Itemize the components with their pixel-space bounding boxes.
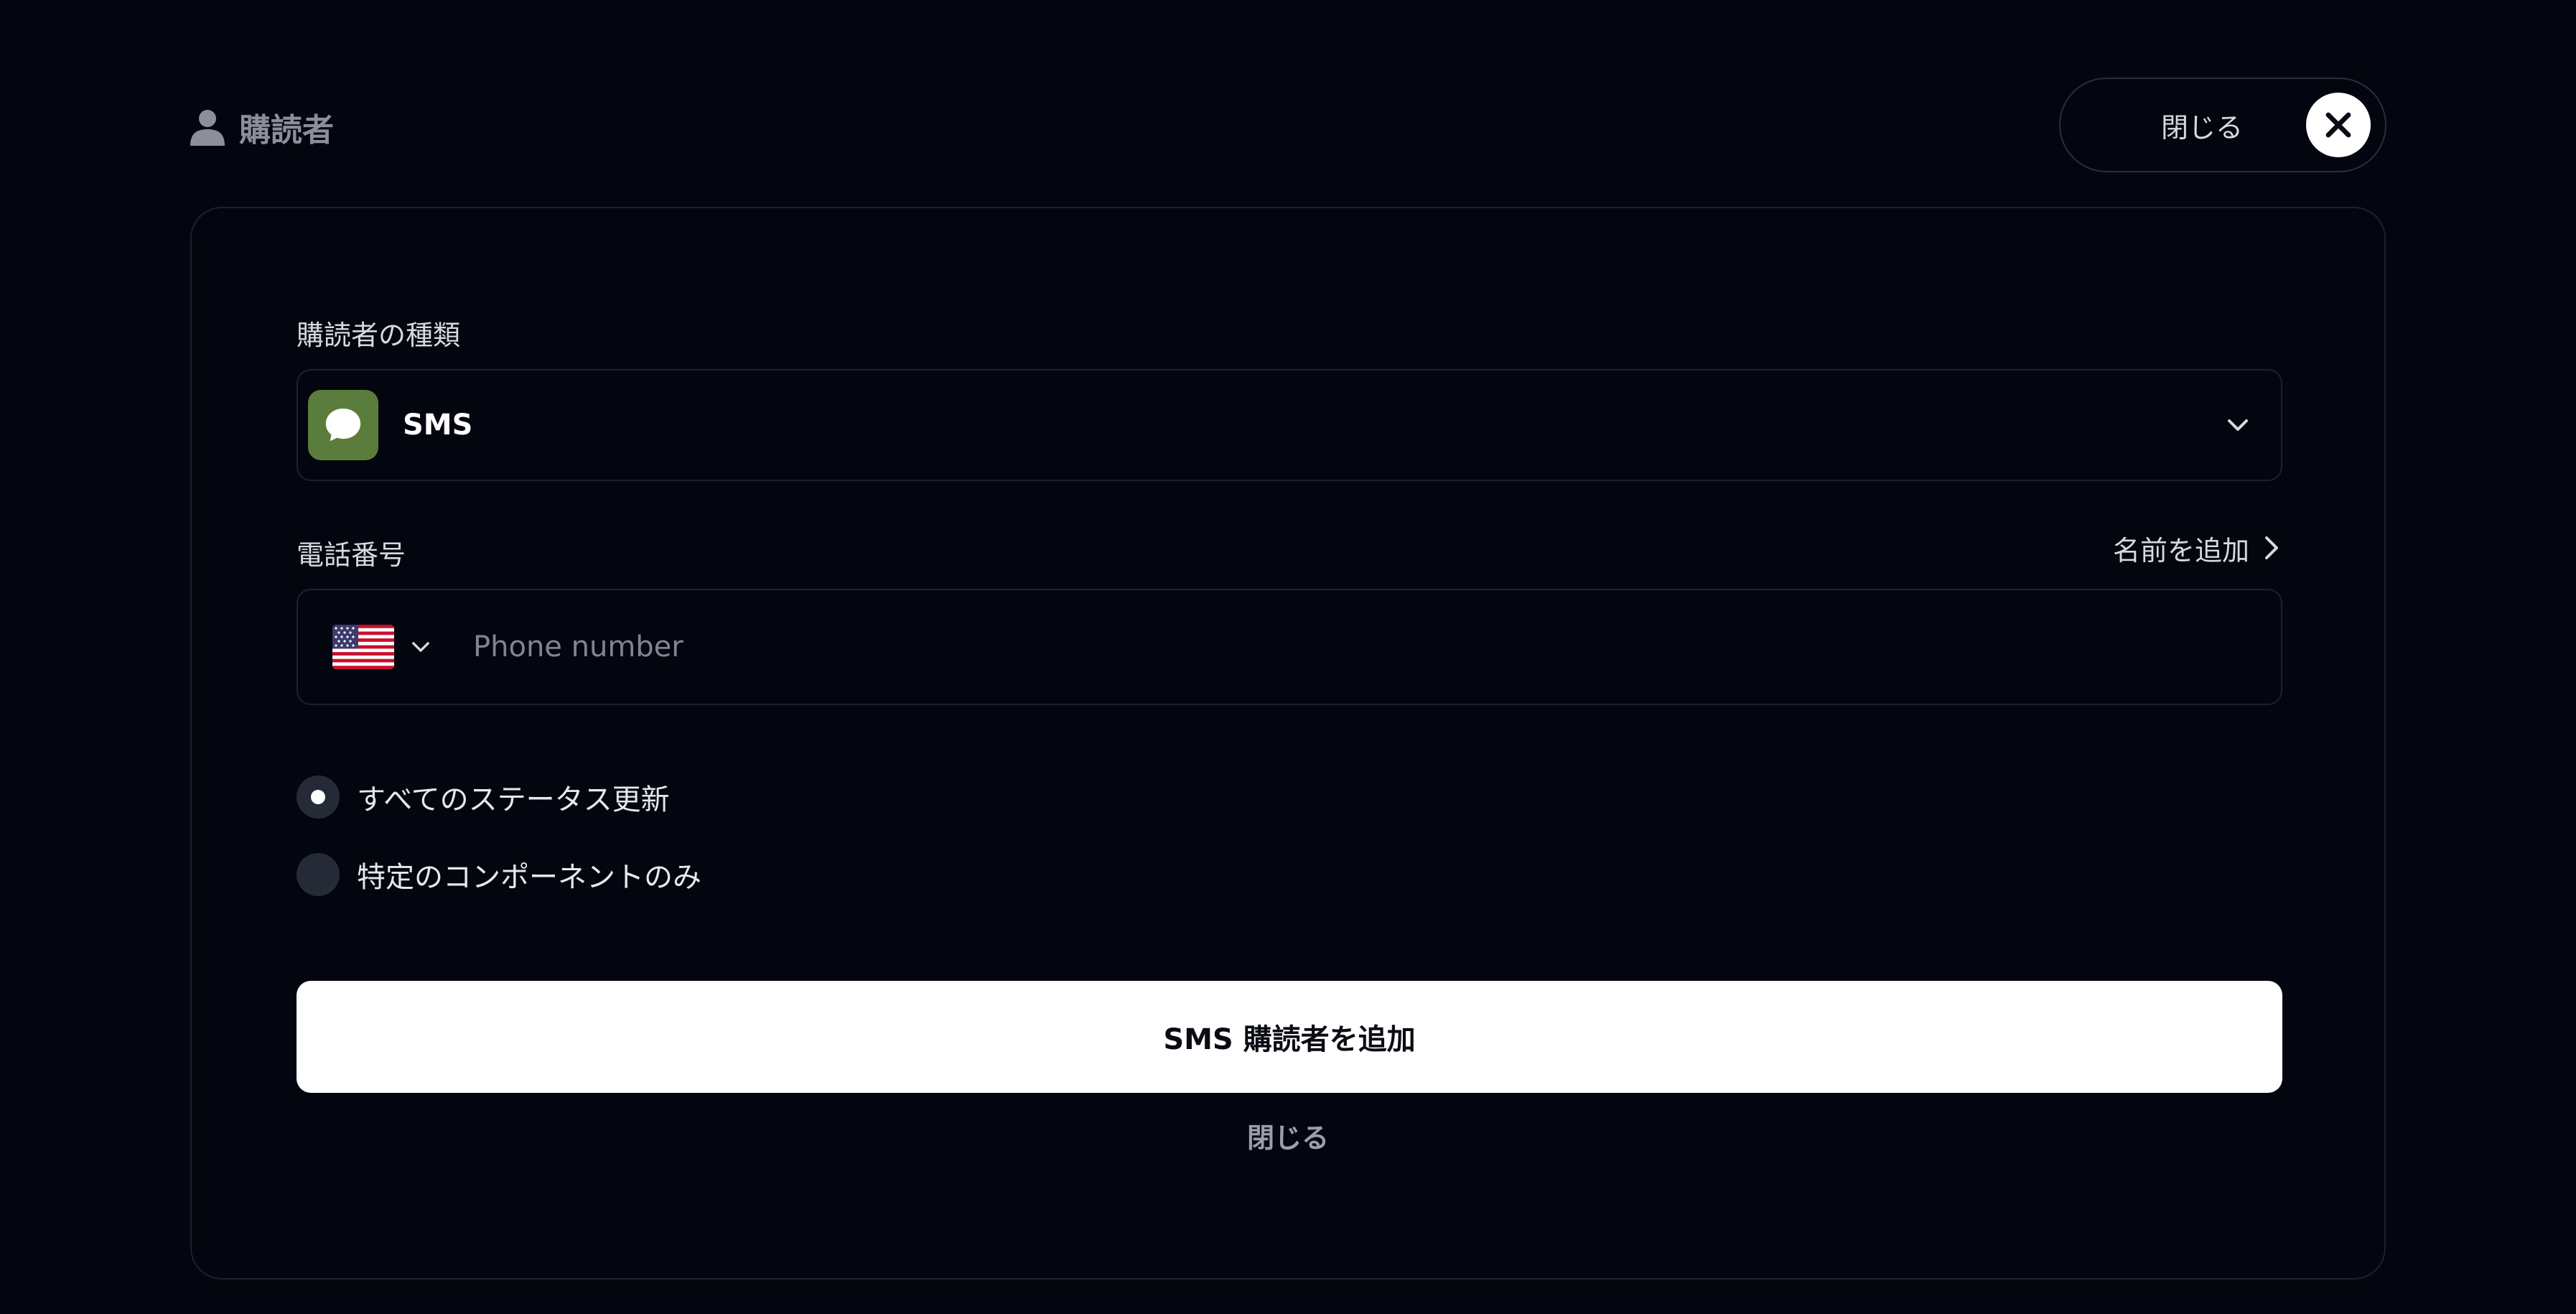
close-link[interactable]: 閉じる bbox=[192, 1116, 2384, 1159]
close-x-icon[interactable] bbox=[2306, 93, 2371, 157]
header-close-label: 閉じる bbox=[2161, 111, 2244, 144]
us-flag-icon bbox=[332, 625, 394, 669]
radio-specific-components[interactable]: 特定のコンポーネントのみ bbox=[297, 852, 701, 898]
chevron-down-icon bbox=[2228, 419, 2248, 431]
header-close-button[interactable]: 閉じる bbox=[2059, 78, 2386, 172]
radio-label: すべてのステータス更新 bbox=[357, 783, 670, 816]
add-name-link-label: 名前を追加 bbox=[2112, 534, 2249, 567]
add-name-link[interactable]: 名前を追加 bbox=[2112, 530, 2282, 567]
phone-number-input[interactable] bbox=[473, 590, 2252, 704]
radio-all-status-updates[interactable]: すべてのステータス更新 bbox=[297, 774, 670, 820]
phone-field bbox=[297, 589, 2282, 705]
phone-label: 電話番号 bbox=[297, 539, 406, 571]
radio-button-selected[interactable] bbox=[297, 775, 340, 819]
radio-button[interactable] bbox=[297, 853, 340, 896]
page-title: 購読者 bbox=[190, 102, 334, 152]
country-code-select[interactable] bbox=[332, 625, 433, 669]
subscriber-form-card: 購読者の種類 SMS 電話番号 名前を追加 Phone number すべてのス… bbox=[190, 207, 2386, 1280]
chevron-down-icon bbox=[412, 642, 429, 652]
add-sms-subscriber-button[interactable]: SMS 購読者を追加 bbox=[297, 981, 2282, 1093]
page-title-text: 購読者 bbox=[239, 112, 334, 149]
subscriber-dialog: 購読者 閉じる 購読者の種類 SMS 電話番号 名前を追加 Phone numb… bbox=[0, 0, 2576, 1314]
chat-bubble-icon bbox=[308, 390, 378, 460]
chevron-right-icon bbox=[2265, 536, 2278, 559]
radio-label: 特定のコンポーネントのみ bbox=[357, 861, 701, 894]
subscriber-type-value: SMS bbox=[403, 409, 473, 442]
subscriber-type-select[interactable]: SMS bbox=[297, 369, 2282, 481]
person-icon bbox=[190, 110, 225, 146]
subscriber-type-label: 購読者の種類 bbox=[297, 320, 461, 351]
